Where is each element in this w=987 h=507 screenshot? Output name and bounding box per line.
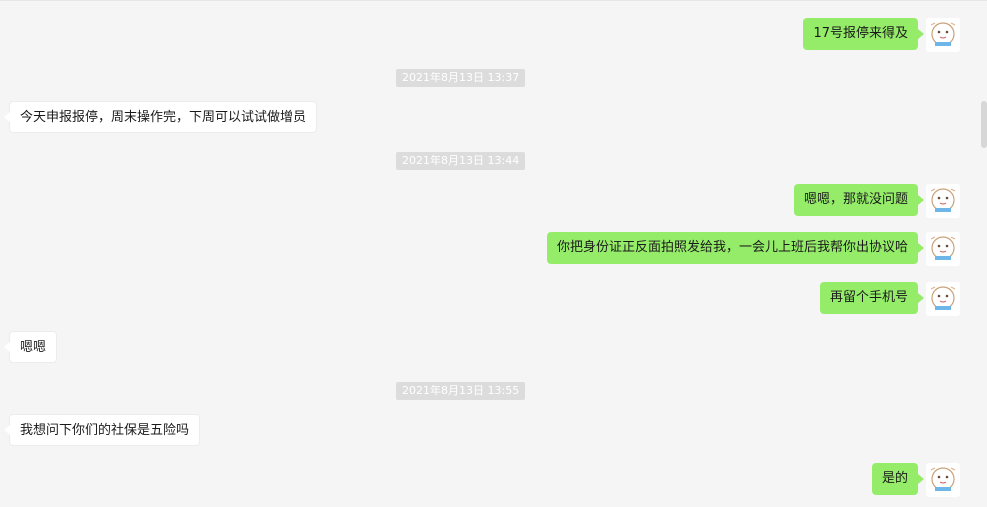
outgoing-message[interactable]: 是的 [871,463,925,495]
user-avatar[interactable] [926,232,960,266]
cartoon-avatar-icon [926,463,960,497]
incoming-message[interactable]: 今天申报报停，周末操作完，下周可以试试做增员 [3,101,318,133]
incoming-message[interactable]: 嗯嗯 [3,331,58,363]
cartoon-avatar-icon [926,282,960,316]
user-avatar[interactable] [926,184,960,218]
outgoing-message[interactable]: 你把身份证正反面拍照发给我，一会儿上班后我帮你出协议哈 [546,232,925,264]
message-timestamp: 2021年8月13日 13:37 [396,69,526,87]
scrollbar-thumb[interactable] [981,101,987,148]
outgoing-message[interactable]: 再留个手机号 [819,282,925,314]
cartoon-avatar-icon [926,184,960,218]
chat-message-area: 17号报停来得及 2021年8月13日 13:37 今天申报报停，周末操作完，下… [0,0,987,507]
outgoing-message[interactable]: 嗯嗯，那就没问题 [793,184,925,216]
cartoon-avatar-icon [926,232,960,266]
user-avatar[interactable] [926,282,960,316]
message-timestamp: 2021年8月13日 13:44 [396,152,526,170]
cartoon-avatar-icon [926,18,960,52]
message-timestamp: 2021年8月13日 13:55 [396,382,526,400]
outgoing-message[interactable]: 17号报停来得及 [803,18,924,50]
incoming-message[interactable]: 我想问下你们的社保是五险吗 [3,414,201,446]
user-avatar[interactable] [926,463,960,497]
user-avatar[interactable] [926,18,960,52]
